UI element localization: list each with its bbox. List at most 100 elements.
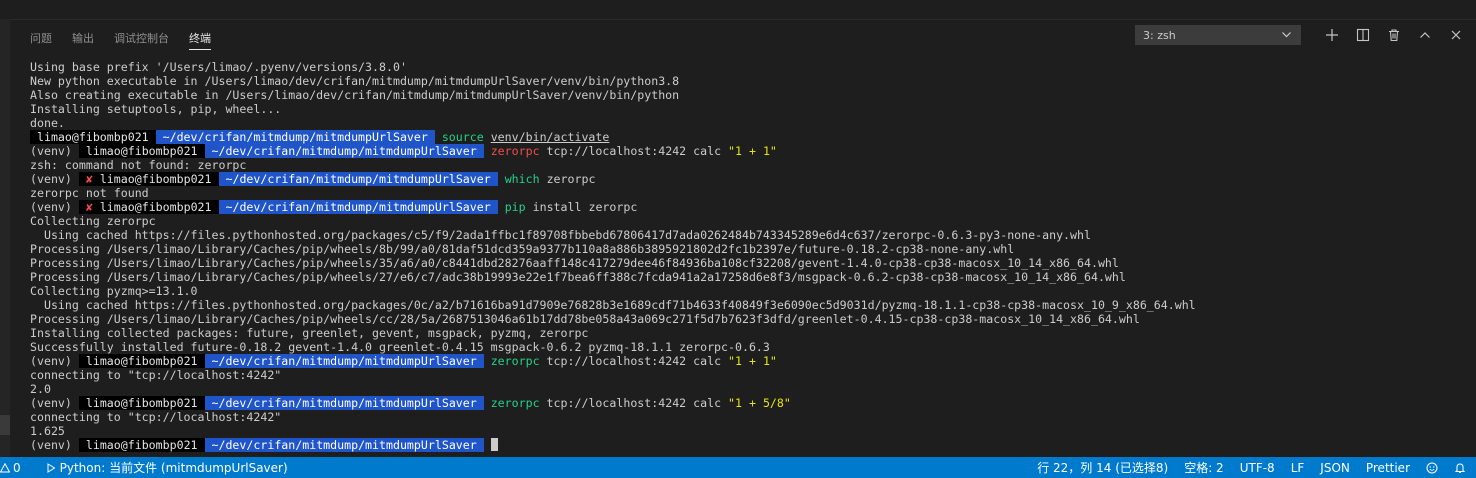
terminal-line: zerorpc not found [30, 186, 1466, 200]
split-icon[interactable] [1347, 25, 1378, 45]
add-icon[interactable] [1316, 25, 1347, 45]
cursor-position[interactable]: 行 22，列 14 (已选择8) [1037, 459, 1168, 476]
terminal-line: Installing setuptools, pip, wheel... [30, 102, 1466, 116]
terminal-line: (venv) limao@fibombp021 ~/dev/crifan/mit… [30, 438, 1466, 452]
terminal-text: Processing /Users/limao/Library/Caches/p… [30, 256, 1119, 270]
terminal-text: New python executable in /Users/limao/de… [30, 74, 680, 88]
trash-icon[interactable] [1378, 25, 1409, 45]
terminal-line: 2.0 [30, 382, 1466, 396]
sidebar-scroll-area [0, 19, 10, 457]
terminal-text: pip [504, 200, 526, 214]
terminal-text: Processing /Users/limao/Library/Caches/p… [30, 242, 1015, 256]
problems-indicator[interactable]: 0 [0, 461, 21, 475]
terminal-line: connecting to "tcp://localhost:4242" [30, 410, 1466, 424]
editor-area [0, 0, 1476, 20]
terminal-text: install zerorpc [525, 200, 638, 214]
prettier-status[interactable]: Prettier [1366, 461, 1410, 475]
alerts-count: 0 [13, 460, 21, 475]
terminal-line: Successfully installed future-0.18.2 gev… [30, 340, 1466, 354]
terminal-line: Using cached https://files.pythonhosted.… [30, 298, 1466, 312]
prompt-user: limao@fibombp021 [78, 354, 205, 368]
prompt-path: ~/dev/crifan/mitmdump/mitmdumpUrlSaver [204, 438, 484, 452]
error-mark: ✘ [78, 172, 100, 186]
terminal-text: (venv) [30, 172, 79, 186]
terminal-line: 1.625 [30, 424, 1466, 438]
terminal-text: "1 + 1" [728, 144, 777, 158]
terminal-text: (venv) [30, 438, 79, 452]
prompt-user: limao@fibombp021 [78, 438, 205, 452]
terminal-text: (venv) [30, 144, 79, 158]
feedback-icon[interactable] [1426, 462, 1438, 474]
terminal-line: Processing /Users/limao/Library/Caches/p… [30, 270, 1466, 284]
terminal-line: Installing collected packages: future, g… [30, 326, 1466, 340]
chevron-up-icon[interactable] [1409, 25, 1440, 45]
terminal-line: Collecting pyzmq>=13.1.0 [30, 284, 1466, 298]
terminal-line: Collecting zerorpc [30, 214, 1466, 228]
terminal-text: venv/bin/activate [490, 130, 610, 144]
prompt-path: ~/dev/crifan/mitmdump/mitmdumpUrlSaver [218, 172, 498, 186]
scrollbar-thumb[interactable] [0, 415, 10, 435]
terminal-line: done. [30, 116, 1466, 130]
terminal-line: New python executable in /Users/limao/de… [30, 74, 1466, 88]
prompt-user: limao@fibombp021 [78, 396, 205, 410]
panel-tabs: 问题 输出 调试控制台 终端 [30, 20, 231, 56]
terminal-line: Processing /Users/limao/Library/Caches/p… [30, 242, 1466, 256]
prompt-user: limao@fibombp021 [99, 172, 219, 186]
warning-icon [0, 462, 10, 473]
terminal-text: zerorpc not found [30, 186, 149, 200]
close-icon[interactable] [1440, 25, 1471, 45]
terminal-text: Also creating executable in /Users/limao… [30, 88, 680, 102]
terminal-text: 2.0 [30, 382, 51, 396]
python-interpreter-label: Python: 当前文件 (mitmdumpUrlSaver) [59, 461, 288, 475]
prompt-path: ~/dev/crifan/mitmdump/mitmdumpUrlSaver [204, 144, 484, 158]
terminal-line: (venv) ✘ limao@fibombp021 ~/dev/crifan/m… [30, 172, 1466, 186]
terminal-output[interactable]: Using base prefix '/Users/limao/.pyenv/v… [30, 60, 1466, 452]
terminal-text: tcp://localhost:4242 calc [539, 354, 729, 368]
error-mark: ✘ [78, 200, 100, 214]
tab-debug-console[interactable]: 调试控制台 [114, 20, 169, 56]
terminal-text: tcp://localhost:4242 calc [539, 396, 729, 410]
terminal-text: zerorpc [490, 354, 540, 368]
terminal-text: Successfully installed future-0.18.2 gev… [30, 340, 770, 354]
terminal-text: done. [30, 116, 65, 130]
terminal-text: zerorpc [490, 396, 540, 410]
encoding[interactable]: UTF-8 [1240, 461, 1275, 475]
terminal-line: limao@fibombp021 ~/dev/crifan/mitmdump/m… [30, 130, 1466, 144]
notifications-icon[interactable] [1454, 462, 1466, 474]
terminal-line: (venv) ✘ limao@fibombp021 ~/dev/crifan/m… [30, 200, 1466, 214]
terminal-text: Installing collected packages: future, g… [30, 326, 589, 340]
prompt-path: ~/dev/crifan/mitmdump/mitmdumpUrlSaver [155, 130, 435, 144]
terminal-text: Installing setuptools, pip, wheel... [30, 102, 282, 116]
terminal-line: Using base prefix '/Users/limao/.pyenv/v… [30, 60, 1466, 74]
indentation[interactable]: 空格: 2 [1184, 459, 1224, 476]
terminal-cursor [490, 438, 498, 451]
terminal-text: tcp://localhost:4242 calc [539, 144, 729, 158]
language-mode[interactable]: JSON [1320, 461, 1350, 475]
terminal-line: (venv) limao@fibombp021 ~/dev/crifan/mit… [30, 396, 1466, 410]
prompt-path: ~/dev/crifan/mitmdump/mitmdumpUrlSaver [218, 200, 498, 214]
terminal-text: zsh: command not found: zerorpc [30, 158, 247, 172]
terminal-line: zsh: command not found: zerorpc [30, 158, 1466, 172]
chevron-down-icon [1281, 29, 1292, 43]
tab-problems[interactable]: 问题 [30, 20, 52, 56]
terminal-line: Also creating executable in /Users/limao… [30, 88, 1466, 102]
terminal-selector[interactable]: 3: zsh [1135, 25, 1301, 45]
python-interpreter[interactable]: Python: 当前文件 (mitmdumpUrlSaver) [46, 459, 288, 476]
panel-actions [1316, 25, 1471, 45]
tab-output[interactable]: 输出 [72, 20, 94, 56]
terminal-text: connecting to "tcp://localhost:4242" [30, 368, 282, 382]
terminal-text: source [441, 130, 484, 144]
prompt-user: limao@fibombp021 [30, 130, 156, 144]
terminal-text: Processing /Users/limao/Library/Caches/p… [30, 312, 1140, 326]
line-ending[interactable]: LF [1291, 461, 1305, 475]
terminal-line: Using cached https://files.pythonhosted.… [30, 228, 1466, 242]
tab-terminal[interactable]: 终端 [189, 20, 211, 56]
terminal-text: (venv) [30, 396, 79, 410]
play-icon [46, 462, 56, 473]
